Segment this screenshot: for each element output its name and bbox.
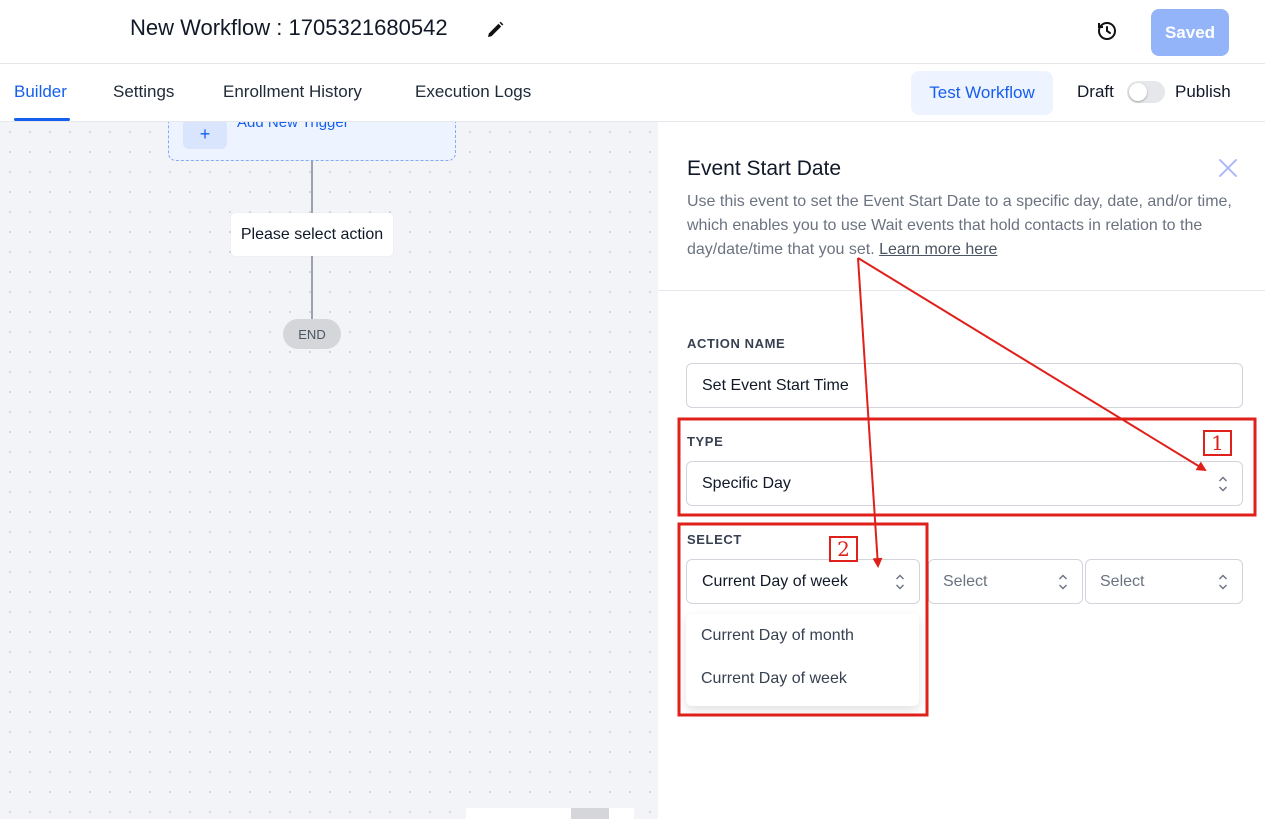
day-select[interactable]: Current Day of week <box>686 559 920 604</box>
workflow-title: New Workflow : 1705321680542 <box>130 15 448 40</box>
second-select[interactable]: Select <box>928 559 1083 604</box>
annotation-label-1: 1 <box>1203 430 1232 456</box>
chevron-up-down-icon <box>1059 574 1067 590</box>
tab-execution-logs[interactable]: Execution Logs <box>415 82 531 102</box>
version-history-icon[interactable] <box>1095 18 1119 42</box>
chevron-up-down-icon <box>896 574 904 590</box>
saved-button[interactable]: Saved <box>1151 9 1229 56</box>
type-select[interactable]: Specific Day <box>686 461 1243 506</box>
tab-settings[interactable]: Settings <box>113 82 174 102</box>
learn-more-link[interactable]: Learn more here <box>879 241 997 258</box>
minimap-viewport[interactable] <box>571 808 609 819</box>
end-node: END <box>283 319 341 349</box>
third-select[interactable]: Select <box>1085 559 1243 604</box>
canvas-minimap[interactable] <box>466 808 634 819</box>
day-select-dropdown: Current Day of month Current Day of week <box>686 614 919 706</box>
draft-label: Draft <box>1077 82 1114 101</box>
active-tab-indicator <box>14 118 70 121</box>
toggle-knob <box>1129 83 1147 101</box>
annotation-label-2: 2 <box>829 536 858 562</box>
pencil-icon[interactable] <box>485 20 505 40</box>
add-trigger-node[interactable]: + Add New Trigger <box>168 122 456 161</box>
action-settings-panel: Event Start Date Use this event to set t… <box>658 122 1265 819</box>
connector-line <box>311 256 313 319</box>
action-name-input[interactable]: Set Event Start Time <box>686 363 1243 408</box>
panel-title: Event Start Date <box>687 157 842 180</box>
close-icon[interactable] <box>1217 157 1239 179</box>
dropdown-option-day-of-month[interactable]: Current Day of month <box>701 627 854 645</box>
app-header: New Workflow : 1705321680542 Saved <box>0 0 1265 64</box>
type-label: TYPE <box>687 434 724 449</box>
dropdown-option-day-of-week[interactable]: Current Day of week <box>701 670 847 688</box>
action-name-value: Set Event Start Time <box>702 376 849 394</box>
chevron-up-down-icon <box>1219 574 1227 590</box>
chevron-up-down-icon <box>1219 476 1227 492</box>
plus-icon: + <box>183 122 227 149</box>
workflow-canvas[interactable]: + Add New Trigger Please select action E… <box>0 122 658 819</box>
second-select-placeholder: Select <box>943 572 988 590</box>
action-node[interactable]: Please select action <box>231 213 393 256</box>
tab-builder[interactable]: Builder <box>14 82 67 102</box>
publish-toggle[interactable] <box>1127 81 1165 103</box>
add-trigger-label: Add New Trigger <box>237 122 349 131</box>
tab-enrollment-history[interactable]: Enrollment History <box>223 82 362 102</box>
divider <box>658 290 1265 291</box>
day-select-value: Current Day of week <box>702 572 848 590</box>
select-label: SELECT <box>687 532 742 547</box>
type-value: Specific Day <box>702 474 791 492</box>
tab-bar: Builder Settings Enrollment History Exec… <box>0 64 1265 122</box>
panel-description: Use this event to set the Event Start Da… <box>687 190 1247 262</box>
action-name-label: ACTION NAME <box>687 336 786 351</box>
publish-label: Publish <box>1175 82 1231 101</box>
third-select-placeholder: Select <box>1100 572 1145 590</box>
connector-line <box>311 161 313 213</box>
test-workflow-button[interactable]: Test Workflow <box>911 71 1053 115</box>
